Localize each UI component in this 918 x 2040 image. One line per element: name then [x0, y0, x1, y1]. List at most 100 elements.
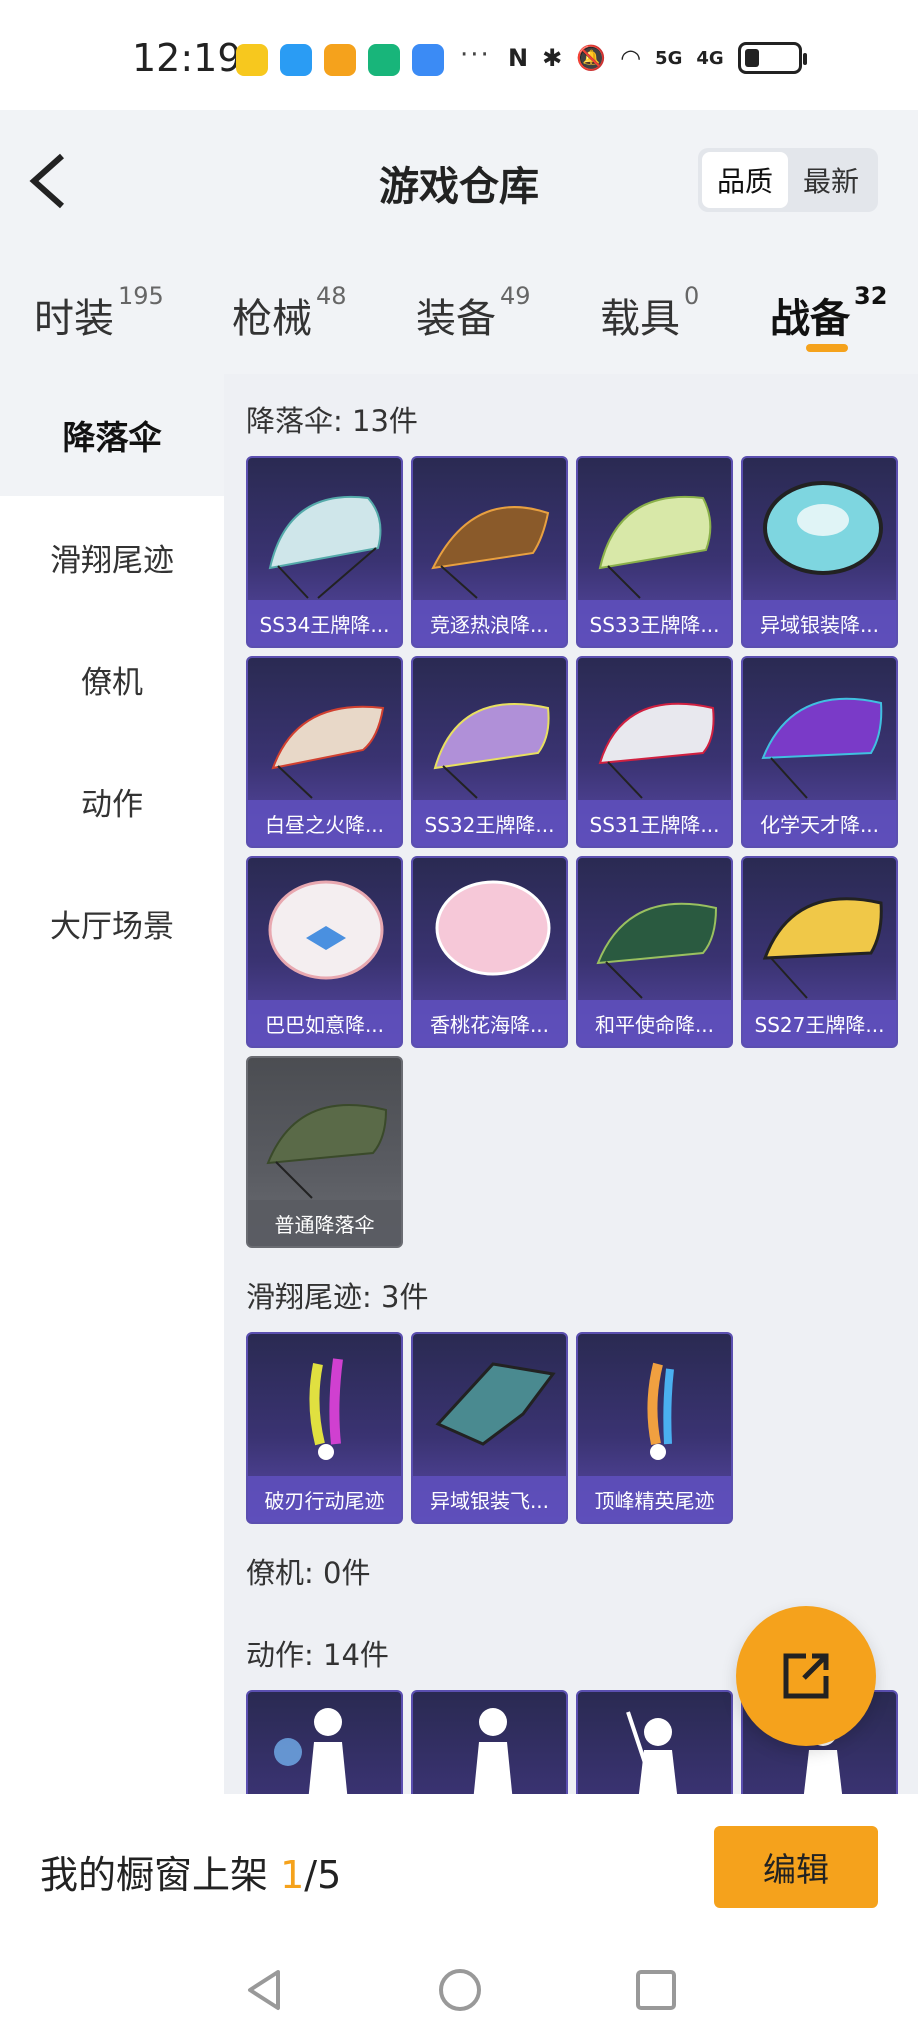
- tab-vehicles[interactable]: 载具 0: [600, 282, 699, 344]
- item-card[interactable]: SS33王牌降...: [576, 456, 733, 648]
- sidebar-item-lobby-scene[interactable]: 大厅场景: [0, 862, 224, 984]
- message-app-icon: [280, 44, 312, 76]
- item-label: 异域银装降...: [743, 600, 896, 646]
- item-card[interactable]: 化学天才降...: [741, 656, 898, 848]
- item-card[interactable]: SS31王牌降...: [576, 656, 733, 848]
- sidebar: 降落伞 滑翔尾迹 僚机 动作 大厅场景: [0, 374, 224, 1794]
- sidebar-item-wingman[interactable]: 僚机: [0, 618, 224, 740]
- parachute-icon: [268, 495, 382, 599]
- item-label: 破刃行动尾迹: [248, 1476, 401, 1522]
- item-label: 化学天才降...: [743, 800, 896, 846]
- parachute-icon: [763, 481, 883, 575]
- parachute-icon: [598, 495, 712, 599]
- share-button[interactable]: [736, 1606, 876, 1746]
- item-label: 白昼之火降...: [248, 800, 401, 846]
- emote-figure-icon: [626, 1711, 678, 1794]
- item-card[interactable]: 异域银装降...: [741, 456, 898, 648]
- notification-icons: [236, 44, 444, 76]
- showcase-current-count: 1: [280, 1853, 305, 1897]
- tab-count: 0: [684, 282, 700, 310]
- sidebar-item-parachute[interactable]: 降落伞: [0, 374, 224, 496]
- item-card[interactable]: 普通降落伞: [246, 1056, 403, 1248]
- item-label: 香桃花海降...: [413, 1000, 566, 1046]
- emote-figure-icon: [274, 1708, 348, 1794]
- item-card[interactable]: 顶峰精英尾迹: [576, 1332, 733, 1524]
- item-label: 普通降落伞: [248, 1200, 401, 1246]
- item-label: 顶峰精英尾迹: [578, 1476, 731, 1522]
- battery-icon: [737, 42, 807, 74]
- tab-count: 49: [500, 282, 531, 310]
- category-tabs: 时装 195 枪械 48 装备 49 载具 0 战备 32: [0, 250, 918, 374]
- sort-quality-button[interactable]: 品质: [702, 152, 788, 208]
- tab-equipment[interactable]: 装备 49: [416, 282, 531, 344]
- parachute-icon: [433, 703, 550, 799]
- tab-fashion[interactable]: 时装 195: [34, 282, 164, 344]
- sidebar-item-emote[interactable]: 动作: [0, 740, 224, 862]
- item-card[interactable]: 竞逐热浪降...: [411, 456, 568, 648]
- item-card[interactable]: [576, 1690, 733, 1794]
- edit-button[interactable]: 编辑: [714, 1826, 878, 1908]
- shield-app-icon: [368, 44, 400, 76]
- tab-firearms[interactable]: 枪械 48: [232, 282, 347, 344]
- signal-4g-icon: 4G: [696, 47, 724, 69]
- showcase-status: 我的橱窗上架 1/5: [40, 1853, 342, 1897]
- item-grid-area: 降落伞: 13件 SS34王牌降... 竞逐热浪降... SS33王牌降... …: [224, 374, 918, 1794]
- parachute-icon: [761, 697, 883, 799]
- tab-count: 195: [118, 282, 164, 310]
- game-app-icon: [236, 44, 268, 76]
- wifi-icon: ◠: [620, 44, 642, 72]
- signal-5g-icon: 5G: [655, 47, 683, 69]
- item-label: SS33王牌降...: [578, 600, 731, 646]
- showcase-total-count: /5: [304, 1853, 342, 1897]
- bluetooth-icon: ✱: [542, 44, 563, 72]
- item-label: 巴巴如意降...: [248, 1000, 401, 1046]
- tab-count: 32: [854, 282, 888, 310]
- tab-battle-prep[interactable]: 战备 32: [770, 282, 887, 344]
- parachute-icon: [271, 705, 385, 799]
- item-card[interactable]: SS27王牌降...: [741, 856, 898, 1048]
- nav-recents-icon[interactable]: [632, 1966, 680, 2014]
- tab-count: 48: [316, 282, 347, 310]
- item-card[interactable]: 异域银装飞...: [411, 1332, 568, 1524]
- page-header: 游戏仓库 品质 最新: [0, 110, 918, 250]
- parachute-icon: [435, 880, 551, 976]
- item-card[interactable]: 白昼之火降...: [246, 656, 403, 848]
- trail-icon: [309, 1358, 343, 1460]
- item-card[interactable]: SS34王牌降...: [246, 456, 403, 648]
- parachute-icon: [266, 1104, 388, 1199]
- item-card[interactable]: SS32王牌降...: [411, 656, 568, 848]
- parachute-icon: [762, 897, 883, 999]
- item-label: SS27王牌降...: [743, 1000, 896, 1046]
- parachute-icon: [596, 902, 718, 999]
- parachute-icon: [268, 880, 384, 980]
- system-icons: N ✱ 🔕 ◠ 5G 4G: [508, 42, 807, 74]
- item-label: 异域银装飞...: [413, 1476, 566, 1522]
- active-tab-indicator: [806, 344, 848, 352]
- item-card[interactable]: [246, 1690, 403, 1794]
- item-label: SS34王牌降...: [248, 600, 401, 646]
- item-card[interactable]: [411, 1690, 568, 1794]
- parachute-icon: [431, 506, 550, 599]
- emote-figure-icon: [473, 1708, 513, 1794]
- item-label: 竞逐热浪降...: [413, 600, 566, 646]
- nfc-icon: N: [508, 44, 529, 72]
- showcase-bar: 我的橱窗上架 1/5 编辑: [0, 1794, 918, 1940]
- sort-newest-button[interactable]: 最新: [788, 152, 874, 208]
- sidebar-item-trail[interactable]: 滑翔尾迹: [0, 496, 224, 618]
- item-card[interactable]: 破刃行动尾迹: [246, 1332, 403, 1524]
- target-app-icon: [324, 44, 356, 76]
- nav-back-icon[interactable]: [240, 1966, 288, 2014]
- system-nav-bar: [0, 1940, 918, 2040]
- item-card[interactable]: 香桃花海降...: [411, 856, 568, 1048]
- trail-icon: [647, 1362, 674, 1460]
- share-icon: [783, 1653, 829, 1699]
- item-label: 和平使命降...: [578, 1000, 731, 1046]
- item-card[interactable]: 和平使命降...: [576, 856, 733, 1048]
- parachute-icon: [598, 702, 715, 799]
- section-title-emote: 动作: 14件: [246, 1638, 389, 1672]
- nav-home-icon[interactable]: [436, 1966, 484, 2014]
- item-card[interactable]: 巴巴如意降...: [246, 856, 403, 1048]
- status-bar: 12:19 ··· N ✱ 🔕 ◠ 5G 4G: [0, 0, 918, 110]
- trail-icon: [435, 1362, 556, 1446]
- item-label: SS31王牌降...: [578, 800, 731, 846]
